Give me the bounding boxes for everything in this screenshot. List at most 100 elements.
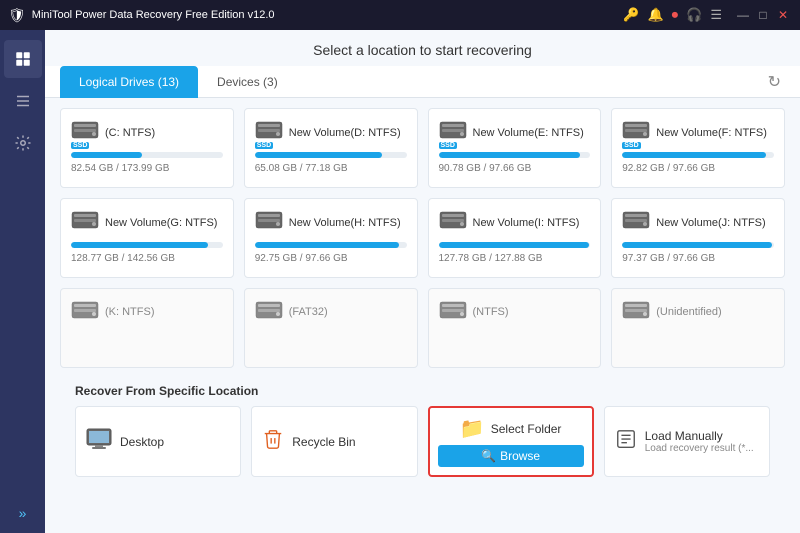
window-controls: — □ ✕: [734, 6, 792, 24]
drive-name: New Volume(J: NTFS): [656, 217, 765, 229]
drive-bar: [255, 152, 382, 158]
drive-bar: [255, 242, 399, 248]
titlebar: 🛡 MiniTool Power Data Recovery Free Edit…: [0, 0, 800, 30]
drive-card-header: SSD (C: NTFS): [71, 119, 223, 147]
drive-disk-icon: [622, 209, 650, 237]
specific-card-recycle[interactable]: Recycle Bin: [251, 406, 417, 477]
drive-bar-container: [71, 152, 223, 158]
close-button[interactable]: ✕: [774, 6, 792, 24]
load-manually-info: Load Manually Load recovery result (*...: [645, 429, 754, 454]
drive-card-header: SSD New Volume(E: NTFS): [439, 119, 591, 147]
key-icon[interactable]: 🔑: [623, 7, 639, 23]
drive-bar-container: [71, 242, 223, 248]
sidebar-item-recover[interactable]: [4, 40, 42, 78]
drive-card[interactable]: New Volume(H: NTFS) 92.75 GB / 97.66 GB: [244, 198, 418, 278]
specific-grid: Desktop Recycle Bin 📁 Select Folder 🔍 Br…: [75, 406, 770, 477]
drive-card[interactable]: SSD New Volume(F: NTFS) 92.82 GB / 97.66…: [611, 108, 785, 188]
drive-icon-container: [255, 209, 283, 237]
drive-bar-container: [255, 152, 407, 158]
drive-name: New Volume(D: NTFS): [289, 127, 401, 139]
drive-card[interactable]: New Volume(I: NTFS) 127.78 GB / 127.88 G…: [428, 198, 602, 278]
browse-button[interactable]: 🔍 Browse: [438, 445, 584, 467]
drive-bar-container: [255, 242, 407, 248]
drive-bar: [71, 152, 142, 158]
sidebar: »: [0, 30, 45, 533]
drive-name: (FAT32): [289, 306, 328, 318]
load-manually-sub: Load recovery result (*...: [645, 443, 754, 454]
drive-card-empty[interactable]: (Unidentified): [611, 288, 785, 368]
minimize-button[interactable]: —: [734, 6, 752, 24]
maximize-button[interactable]: □: [754, 6, 772, 24]
ssd-badge: SSD: [439, 142, 457, 149]
sidebar-item-settings[interactable]: [4, 124, 42, 162]
main-content: Select a location to start recovering Lo…: [45, 30, 800, 533]
browse-label: Browse: [500, 449, 540, 463]
ssd-badge: SSD: [71, 142, 89, 149]
app-logo: 🛡: [8, 7, 26, 24]
drive-bar: [439, 242, 589, 248]
drive-card-header: New Volume(I: NTFS): [439, 209, 591, 237]
drives-section: SSD (C: NTFS) 82.54 GB / 173.99 GB SSD: [45, 98, 800, 533]
drive-name: (Unidentified): [656, 306, 721, 318]
menu-icon[interactable]: ☰: [710, 7, 722, 23]
drive-size: 92.75 GB / 97.66 GB: [255, 253, 407, 264]
drive-disk-icon: [71, 209, 99, 237]
drive-icon-container: [71, 209, 99, 237]
select-folder-top: 📁 Select Folder: [460, 416, 562, 441]
drive-icon-container: SSD: [439, 119, 467, 147]
drive-size: 82.54 GB / 173.99 GB: [71, 163, 223, 174]
drive-icon-container: [255, 299, 283, 324]
drive-name: (C: NTFS): [105, 127, 155, 139]
drive-card[interactable]: SSD New Volume(E: NTFS) 90.78 GB / 97.66…: [428, 108, 602, 188]
sidebar-item-tools[interactable]: [4, 82, 42, 120]
drive-name: New Volume(I: NTFS): [473, 217, 580, 229]
drive-icon-container: SSD: [71, 119, 99, 147]
drive-card-header: SSD New Volume(D: NTFS): [255, 119, 407, 147]
recycle-label: Recycle Bin: [292, 435, 355, 449]
drive-name: New Volume(F: NTFS): [656, 127, 767, 139]
drive-bar-container: [622, 152, 774, 158]
sidebar-expand-icon[interactable]: »: [19, 505, 27, 521]
drive-disk-icon: [255, 299, 283, 324]
drive-card[interactable]: New Volume(J: NTFS) 97.37 GB / 97.66 GB: [611, 198, 785, 278]
load-icon: [615, 428, 637, 456]
drive-card-header: (NTFS): [439, 299, 591, 324]
bell-icon[interactable]: 🔔: [647, 7, 663, 23]
drive-icon-container: [71, 299, 99, 324]
tabs-bar: Logical Drives (13) Devices (3) ↻: [45, 66, 800, 98]
tab-logical-drives[interactable]: Logical Drives (13): [60, 66, 198, 98]
specific-card-select-folder[interactable]: 📁 Select Folder 🔍 Browse: [428, 406, 594, 477]
refresh-button[interactable]: ↻: [764, 68, 785, 96]
headphones-icon[interactable]: 🎧: [686, 7, 702, 23]
load-manually-label: Load Manually: [645, 429, 754, 443]
drive-card-header: (K: NTFS): [71, 299, 223, 324]
drive-name: New Volume(H: NTFS): [289, 217, 401, 229]
drive-card-empty[interactable]: (K: NTFS): [60, 288, 234, 368]
drive-disk-icon: [439, 299, 467, 324]
drive-disk-icon: [255, 209, 283, 237]
desktop-label: Desktop: [120, 435, 164, 449]
drive-size: 128.77 GB / 142.56 GB: [71, 253, 223, 264]
record-icon[interactable]: ⏺: [672, 7, 679, 23]
ssd-badge: SSD: [255, 142, 273, 149]
specific-card-load-manually[interactable]: Load Manually Load recovery result (*...: [604, 406, 770, 477]
drive-card[interactable]: SSD (C: NTFS) 82.54 GB / 173.99 GB: [60, 108, 234, 188]
drive-card[interactable]: New Volume(G: NTFS) 128.77 GB / 142.56 G…: [60, 198, 234, 278]
specific-card-desktop[interactable]: Desktop: [75, 406, 241, 477]
drive-card-empty[interactable]: (NTFS): [428, 288, 602, 368]
drive-size: 127.78 GB / 127.88 GB: [439, 253, 591, 264]
drive-name: New Volume(G: NTFS): [105, 217, 217, 229]
drive-card-empty[interactable]: (FAT32): [244, 288, 418, 368]
drive-card-header: (FAT32): [255, 299, 407, 324]
drive-bar: [622, 242, 772, 248]
desktop-icon: [86, 428, 112, 456]
drive-card-header: SSD New Volume(F: NTFS): [622, 119, 774, 147]
search-icon: 🔍: [481, 449, 496, 463]
page-header: Select a location to start recovering: [45, 30, 800, 66]
drive-name: New Volume(E: NTFS): [473, 127, 584, 139]
drive-card[interactable]: SSD New Volume(D: NTFS) 65.08 GB / 77.18…: [244, 108, 418, 188]
tab-devices[interactable]: Devices (3): [198, 66, 297, 98]
app-title: MiniTool Power Data Recovery Free Editio…: [32, 9, 624, 21]
drive-card-header: New Volume(H: NTFS): [255, 209, 407, 237]
recycle-icon: [262, 428, 284, 456]
